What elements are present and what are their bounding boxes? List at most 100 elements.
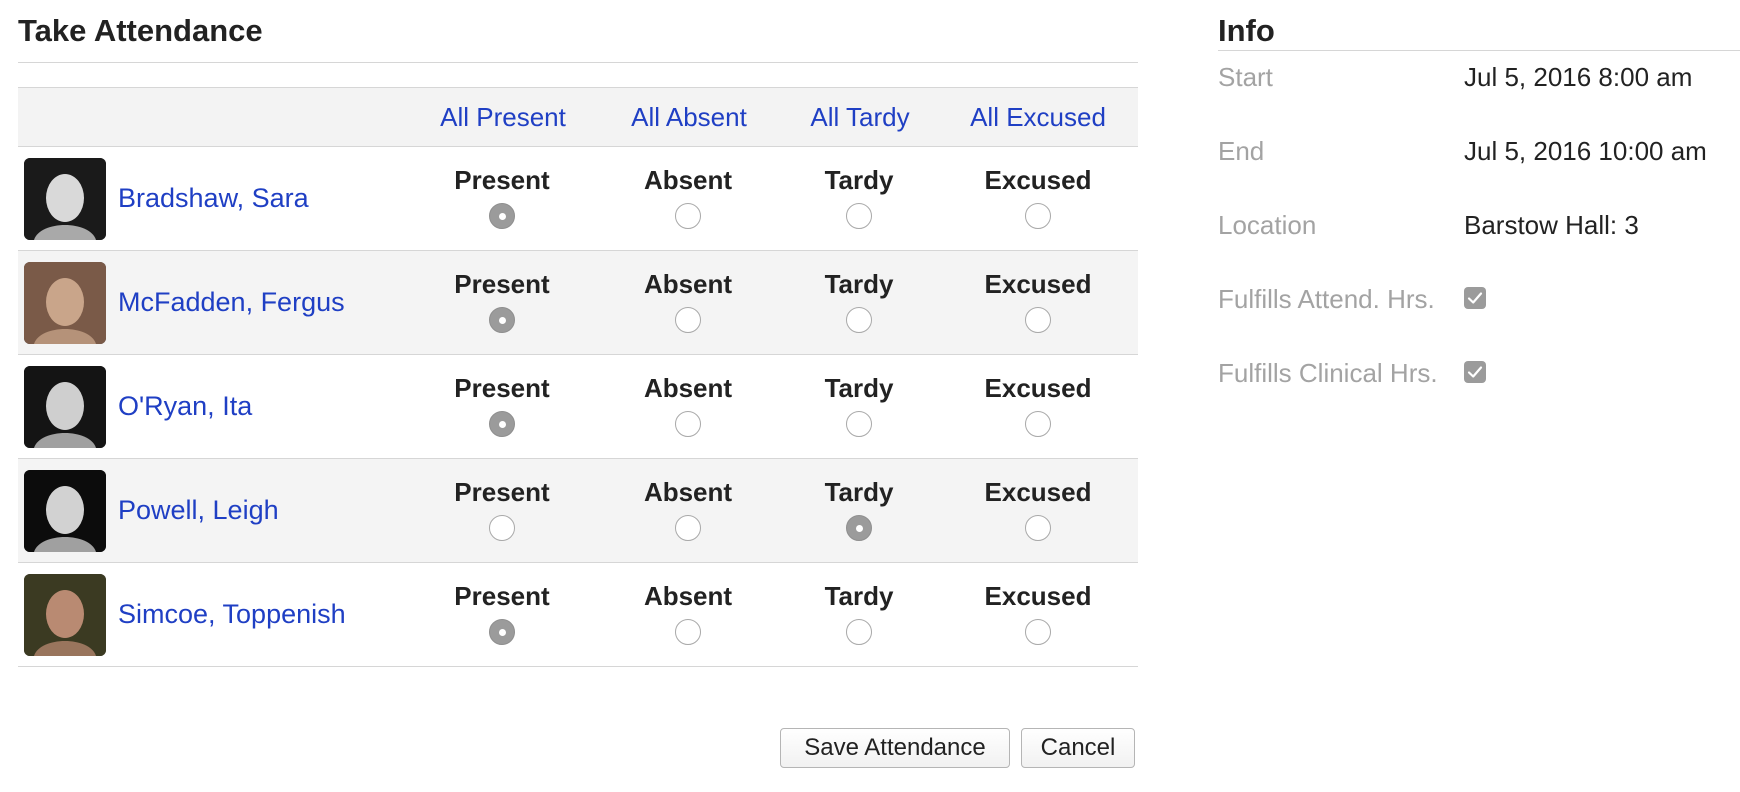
option-label: Absent (643, 373, 733, 403)
radio-excused[interactable] (1025, 203, 1051, 229)
radio-present[interactable] (489, 619, 515, 645)
option-label: Absent (643, 581, 733, 611)
option-label: Present (454, 269, 550, 299)
option-label: Excused (984, 477, 1092, 507)
attendance-option: Absent (598, 147, 778, 229)
radio-excused[interactable] (1025, 411, 1051, 437)
attendance-option: Present (412, 355, 592, 437)
attendance-option: Excused (948, 251, 1128, 333)
radio-excused[interactable] (1025, 619, 1051, 645)
option-label: Excused (984, 165, 1092, 195)
option-label: Present (454, 373, 550, 403)
option-label: Absent (643, 477, 733, 507)
option-label: Tardy (824, 165, 894, 195)
attendance-option: Absent (598, 459, 778, 541)
attendance-option: Absent (598, 355, 778, 437)
option-label: Present (454, 477, 550, 507)
attendance-panel: Take Attendance All Present All Absent A… (18, 0, 1138, 768)
bulk-actions-row: All Present All Absent All Tardy All Exc… (18, 88, 1138, 147)
all-absent-link[interactable]: All Absent (631, 88, 747, 146)
save-attendance-button[interactable]: Save Attendance (780, 728, 1010, 768)
attendance-option: Tardy (769, 459, 949, 541)
attend-hrs-checkbox (1464, 287, 1486, 309)
attendance-option: Excused (948, 355, 1128, 437)
all-excused-link[interactable]: All Excused (970, 88, 1106, 146)
start-label: Start (1218, 62, 1273, 92)
radio-present[interactable] (489, 411, 515, 437)
all-tardy-link[interactable]: All Tardy (810, 88, 909, 146)
radio-tardy[interactable] (846, 203, 872, 229)
student-name-link[interactable]: Powell, Leigh (118, 459, 279, 562)
attendance-option: Excused (948, 147, 1128, 229)
location-label: Location (1218, 210, 1317, 240)
student-avatar (24, 574, 106, 656)
option-label: Tardy (824, 581, 894, 611)
info-title: Info (1218, 13, 1275, 48)
attendance-option: Tardy (769, 147, 949, 229)
radio-tardy[interactable] (846, 515, 872, 541)
attendance-option: Tardy (769, 355, 949, 437)
student-row: Bradshaw, Sara Present Absent Tardy Excused (18, 147, 1138, 251)
student-avatar (24, 366, 106, 448)
option-label: Absent (643, 165, 733, 195)
option-label: Excused (984, 269, 1092, 299)
attendance-option: Excused (948, 459, 1128, 541)
all-present-link[interactable]: All Present (440, 88, 566, 146)
option-label: Excused (984, 373, 1092, 403)
student-name-link[interactable]: O'Ryan, Ita (118, 355, 252, 458)
radio-excused[interactable] (1025, 307, 1051, 333)
check-icon (1467, 366, 1483, 378)
location-value: Barstow Hall: 3 (1464, 210, 1639, 240)
attendance-option: Present (412, 459, 592, 541)
radio-present[interactable] (489, 307, 515, 333)
clinical-hrs-label: Fulfills Clinical Hrs. (1218, 358, 1438, 388)
attendance-option: Present (412, 251, 592, 333)
attend-hrs-label: Fulfills Attend. Hrs. (1218, 284, 1435, 314)
radio-tardy[interactable] (846, 411, 872, 437)
option-label: Present (454, 165, 550, 195)
attendance-option: Present (412, 563, 592, 645)
radio-absent[interactable] (675, 619, 701, 645)
option-label: Excused (984, 581, 1092, 611)
attendance-table: All Present All Absent All Tardy All Exc… (18, 87, 1138, 667)
attendance-option: Present (412, 147, 592, 229)
student-avatar (24, 262, 106, 344)
radio-tardy[interactable] (846, 307, 872, 333)
info-clinical-hrs: Fulfills Clinical Hrs. (1218, 353, 1740, 393)
option-label: Tardy (824, 477, 894, 507)
radio-present[interactable] (489, 515, 515, 541)
student-name-link[interactable]: McFadden, Fergus (118, 251, 345, 354)
student-avatar (24, 158, 106, 240)
info-attend-hrs: Fulfills Attend. Hrs. (1218, 279, 1740, 319)
student-row: Powell, Leigh Present Absent Tardy Excused (18, 459, 1138, 563)
title-divider (18, 62, 1138, 63)
option-label: Tardy (824, 269, 894, 299)
attendance-option: Tardy (769, 251, 949, 333)
radio-absent[interactable] (675, 411, 701, 437)
info-divider (1218, 50, 1740, 51)
radio-excused[interactable] (1025, 515, 1051, 541)
attendance-option: Excused (948, 563, 1128, 645)
radio-absent[interactable] (675, 307, 701, 333)
student-rows: Bradshaw, Sara Present Absent Tardy Excused M… (18, 147, 1138, 667)
info-panel: Info Start Jul 5, 2016 8:00 am End Jul 5… (1218, 0, 1740, 388)
end-label: End (1218, 136, 1265, 166)
student-name-link[interactable]: Simcoe, Toppenish (118, 563, 346, 666)
option-label: Absent (643, 269, 733, 299)
student-avatar (24, 470, 106, 552)
attendance-option: Absent (598, 251, 778, 333)
radio-present[interactable] (489, 203, 515, 229)
end-value: Jul 5, 2016 10:00 am (1464, 136, 1707, 166)
option-label: Present (454, 581, 550, 611)
option-label: Tardy (824, 373, 894, 403)
radio-absent[interactable] (675, 203, 701, 229)
student-row: McFadden, Fergus Present Absent Tardy Excuse… (18, 251, 1138, 355)
start-value: Jul 5, 2016 8:00 am (1464, 62, 1693, 92)
student-name-link[interactable]: Bradshaw, Sara (118, 147, 309, 250)
cancel-button[interactable]: Cancel (1021, 728, 1135, 768)
radio-tardy[interactable] (846, 619, 872, 645)
page-title: Take Attendance (18, 13, 263, 48)
clinical-hrs-checkbox (1464, 361, 1486, 383)
attendance-option: Tardy (769, 563, 949, 645)
radio-absent[interactable] (675, 515, 701, 541)
